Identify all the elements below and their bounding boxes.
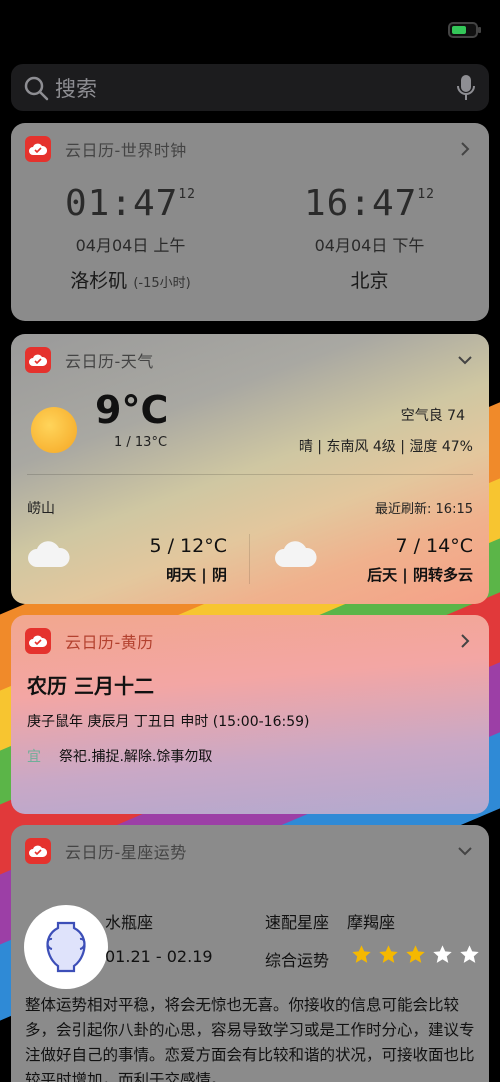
clock-time-value: 01:47: [64, 183, 179, 224]
chevron-down-icon[interactable]: [455, 350, 475, 370]
weather-location: 崂山: [27, 501, 55, 517]
clock-city: 洛杉矶 (-15小时): [11, 266, 250, 293]
clock-time: 01:4712: [11, 183, 250, 224]
air-quality: 空气良 74: [400, 408, 465, 424]
chevron-right-icon[interactable]: [455, 631, 475, 651]
microphone-icon[interactable]: [455, 74, 477, 102]
match-sign: 摩羯座: [347, 913, 396, 932]
clock-time-value: 16:47: [303, 183, 418, 224]
widget-title: 云日历-星座运势: [65, 843, 187, 862]
widget-title: 云日历-天气: [65, 352, 154, 371]
cloud-check-icon: [29, 354, 47, 366]
chevron-right-icon[interactable]: [455, 139, 475, 159]
forecast-description: 后天 | 阴转多云: [367, 566, 473, 584]
star-filled-icon: [379, 945, 398, 963]
star-filled-icon: [352, 945, 371, 963]
divider: [27, 474, 473, 475]
almanac-widget[interactable]: 云日历-黄历 农历 三月十二 庚子鼠年 庚辰月 丁丑日 申时 (15:00-16…: [11, 615, 489, 814]
star-filled-icon: [406, 945, 425, 963]
current-temperature: 9°C: [95, 388, 169, 432]
match-label: 速配星座: [265, 913, 330, 932]
luck-rating: [351, 944, 480, 965]
cloud-icon: [28, 541, 70, 567]
luck-label: 综合运势: [265, 951, 330, 970]
cloud-icon: [275, 541, 317, 567]
time-offset: (-15小时): [133, 276, 191, 291]
widget-header[interactable]: 云日历-星座运势: [11, 825, 489, 877]
widget-header[interactable]: 云日历-世界时钟: [11, 123, 489, 175]
city-name: 洛杉矶: [70, 270, 128, 292]
cloud-check-icon: [29, 845, 47, 857]
status-bar: [0, 0, 500, 60]
clock-seconds: 12: [178, 187, 197, 202]
cloud-check-icon: [29, 635, 47, 647]
clock-seconds: 12: [417, 187, 436, 202]
forecast-temperature: 7 / 14°C: [395, 535, 473, 557]
search-icon: [24, 76, 49, 100]
app-icon: [25, 838, 51, 864]
clock-date: 04月04日 下午: [314, 236, 425, 255]
zodiac-dates: 01.21 - 02.19: [105, 947, 213, 966]
suitable-label: 宜: [27, 749, 41, 765]
clock-beijing: 16:4712 04月04日 下午 北京: [250, 183, 489, 293]
widget-header[interactable]: 云日历-天气: [11, 334, 489, 386]
ganzhi-date: 庚子鼠年 庚辰月 丁丑日 申时 (15:00-16:59): [27, 714, 310, 730]
weather-conditions: 晴 | 东南风 4级 | 湿度 47%: [298, 439, 473, 455]
widget-title: 云日历-世界时钟: [65, 141, 187, 160]
forecast-description: 明天 | 阴: [166, 566, 227, 584]
horoscope-widget[interactable]: 云日历-星座运势 水瓶座 01.21 - 02.19 速配星座 摩羯座 综合运势…: [11, 825, 489, 1082]
star-empty-icon: [433, 945, 452, 963]
cloud-check-icon: [29, 143, 47, 155]
search-input[interactable]: 搜索: [55, 73, 455, 103]
search-bar[interactable]: 搜索: [11, 64, 489, 111]
weather-widget[interactable]: 云日历-天气 9°C 1 / 13°C 空气良 74 晴 | 东南风 4级 | …: [11, 334, 489, 604]
star-empty-icon: [460, 945, 479, 963]
lunar-date: 农历 三月十二: [27, 674, 154, 698]
clock-los-angeles: 01:4712 04月04日 上午 洛杉矶 (-15小时): [11, 183, 250, 293]
widget-title: 云日历-黄历: [65, 633, 154, 652]
aquarius-icon: [24, 905, 108, 989]
battery-icon: [448, 22, 481, 38]
zodiac-sign: 水瓶座: [105, 913, 154, 932]
clock-time: 16:4712: [250, 183, 489, 224]
fortune-text: 整体运势相对平稳，将会无惊也无喜。你接收的信息可能会比较多，会引起你八卦的心思，…: [25, 996, 475, 1082]
divider: [249, 534, 250, 584]
city-name: 北京: [350, 270, 389, 292]
app-icon: [25, 136, 51, 162]
vase-icon: [46, 921, 86, 973]
last-refresh: 最近刷新: 16:15: [375, 502, 473, 517]
widget-header[interactable]: 云日历-黄历: [11, 615, 489, 667]
sunny-icon: [31, 407, 77, 453]
clock-date: 04月04日 上午: [75, 236, 186, 255]
forecast-temperature: 5 / 12°C: [149, 535, 227, 557]
temperature-range: 1 / 13°C: [114, 435, 168, 450]
suitable-activities: 祭祀.捕捉.解除.馀事勿取: [59, 749, 213, 765]
clock-city: 北京: [250, 266, 489, 293]
app-icon: [25, 628, 51, 654]
world-clock-widget[interactable]: 云日历-世界时钟 01:4712 04月04日 上午 洛杉矶 (-15小时) 1…: [11, 123, 489, 321]
app-icon: [25, 347, 51, 373]
chevron-down-icon[interactable]: [455, 841, 475, 861]
